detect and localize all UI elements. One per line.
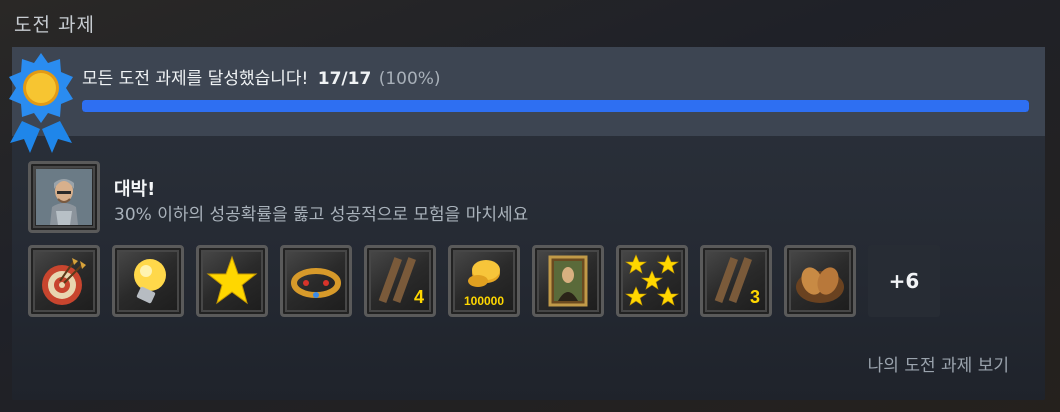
lightbulb-icon	[134, 259, 166, 304]
achievement-tile[interactable]	[784, 245, 856, 317]
coins-icon: 100000	[464, 260, 504, 308]
ladder-4-icon: 4	[378, 257, 424, 307]
svg-text:3: 3	[750, 287, 760, 307]
achievement-tile[interactable]	[616, 245, 688, 317]
progress-percent: (100%)	[378, 69, 441, 89]
target-arrows-icon	[42, 258, 86, 305]
achievements-card: 모든 도전 과제를 달성했습니다! 17/17 (100%) 대박! 30% 이…	[9, 47, 1045, 400]
five-stars-icon	[625, 254, 679, 306]
progress-count: 17/17	[317, 69, 372, 89]
more-achievements-button[interactable]: +6	[868, 245, 940, 317]
svg-text:100000: 100000	[464, 294, 504, 308]
view-my-achievements-link[interactable]: 나의 도전 과제 보기	[868, 351, 1009, 376]
section-title: 도전 과제	[14, 14, 95, 36]
achievement-tile[interactable]	[196, 245, 268, 317]
mona-lisa-icon	[548, 255, 588, 307]
achievement-tile[interactable]: 4	[364, 245, 436, 317]
completion-badge-icon	[9, 53, 73, 153]
knight-icon	[36, 169, 92, 225]
achievement-description: 30% 이하의 성공확률을 뚫고 성공적으로 모험을 마치세요	[114, 205, 529, 225]
achievement-name: 대박!	[114, 179, 156, 200]
crown-icon	[291, 268, 341, 298]
achievement-tile[interactable]	[112, 245, 184, 317]
achievement-tile[interactable]: 3	[700, 245, 772, 317]
achievement-tile[interactable]: 100000	[448, 245, 520, 317]
star-icon	[206, 255, 258, 305]
progress-header: 모든 도전 과제를 달성했습니다! 17/17 (100%)	[9, 47, 1045, 153]
featured-achievement-icon[interactable]	[28, 161, 100, 233]
achievement-tile[interactable]	[28, 245, 100, 317]
achievement-tile[interactable]	[532, 245, 604, 317]
bread-basket-icon	[796, 267, 844, 303]
progress-text: 모든 도전 과제를 달성했습니다! 17/17 (100%)	[82, 64, 441, 89]
progress-bar-fill	[82, 100, 1029, 112]
achievement-tile[interactable]	[280, 245, 352, 317]
ladder-3-icon: 3	[714, 257, 760, 307]
progress-message: 모든 도전 과제를 달성했습니다!	[82, 69, 309, 89]
svg-text:4: 4	[414, 287, 424, 307]
progress-bar	[82, 100, 1029, 112]
